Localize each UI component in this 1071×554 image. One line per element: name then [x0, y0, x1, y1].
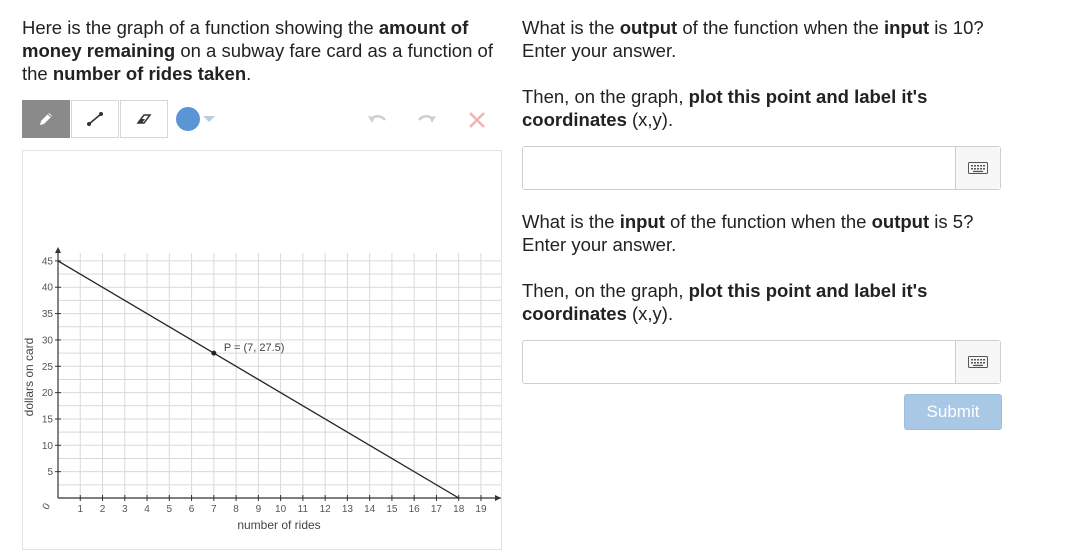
y-tick-label: 40: [42, 283, 54, 294]
undo-icon: [368, 115, 386, 123]
question-bold: output: [871, 211, 930, 232]
undo-button[interactable]: [365, 109, 389, 131]
y-tick-label: 10: [42, 441, 54, 452]
keyboard-icon: [968, 162, 988, 174]
pencil-tool-button[interactable]: [22, 100, 70, 138]
graph-canvas[interactable]: 1 2 3 4 5 6 7 8 9 10 11 12 13 14 15 16 17 18 19 0 5 10 15 20 25…: [22, 150, 502, 550]
graph-prompt: Here is the graph of a function showing …: [22, 16, 502, 85]
answer-input-2[interactable]: [523, 341, 956, 383]
question-bold: output: [619, 17, 678, 38]
x-tick-label: 14: [364, 504, 376, 515]
x-tick-label: 11: [298, 504, 309, 515]
answer-input-1[interactable]: [523, 147, 956, 189]
x-tick-label: 6: [189, 504, 195, 515]
fare-card-chart: 1 2 3 4 5 6 7 8 9 10 11 12 13 14 15 16 17 18 190 510152025…: [22, 247, 501, 532]
x-tick-label: 15: [386, 504, 398, 515]
x-tick-label: 12: [320, 504, 332, 515]
y-axis-arrow: [55, 247, 61, 253]
color-swatch: [176, 107, 200, 131]
eraser-icon: [136, 114, 152, 124]
x-tick-label: 1: [77, 504, 83, 515]
answer-field-2: [522, 340, 1001, 384]
instruction-text: Then, on the graph,: [522, 280, 689, 301]
x-tick-label: 2: [100, 504, 106, 515]
submit-button[interactable]: Submit: [904, 394, 1002, 430]
question-bold: input: [883, 17, 930, 38]
question-bold: input: [619, 211, 665, 232]
x-tick-label: 8: [233, 504, 239, 515]
redo-icon: [418, 115, 436, 123]
prompt-text: .: [246, 63, 252, 84]
x-axis-label: number of rides: [237, 518, 320, 532]
x-tick-label: 10: [275, 504, 287, 515]
x-tick-label: 7: [211, 504, 217, 515]
keyboard-button-2[interactable]: [955, 341, 1000, 383]
question-1: What is the output of the function when …: [522, 16, 997, 62]
chevron-down-icon: [203, 116, 215, 122]
prompt-bold: number of rides taken: [52, 63, 247, 84]
origin-label: 0: [41, 501, 54, 512]
y-axis-label: dollars on card: [23, 338, 36, 417]
keyboard-icon: [968, 356, 988, 368]
eraser-tool-button[interactable]: [120, 100, 168, 138]
point-p: [211, 350, 217, 356]
line-tool-button[interactable]: [71, 100, 119, 138]
clear-icon: [469, 112, 485, 128]
pencil-icon: [40, 113, 52, 125]
x-tick-label: 9: [256, 504, 262, 515]
instruction-text: (x,y).: [626, 303, 674, 324]
keyboard-button-1[interactable]: [955, 147, 1000, 189]
x-tick-label: 18: [453, 504, 465, 515]
x-tick-label: 19: [475, 504, 487, 515]
instruction-text: (x,y).: [626, 109, 674, 130]
instruction-1: Then, on the graph, plot this point and …: [522, 85, 997, 131]
y-tick-label: 25: [42, 362, 54, 373]
y-tick-label: 35: [42, 309, 54, 320]
y-tick-label: 30: [42, 335, 54, 346]
redo-button[interactable]: [415, 109, 439, 131]
x-tick-label: 13: [342, 504, 354, 515]
x-axis-arrow: [495, 495, 501, 501]
drawing-toolbar: [22, 100, 502, 140]
y-tick-label: 5: [47, 467, 53, 478]
clear-button[interactable]: [465, 109, 489, 131]
x-tick-label: 4: [144, 504, 150, 515]
line-icon: [87, 112, 103, 126]
x-tick-label: 5: [167, 504, 173, 515]
prompt-text: Here is the graph of a function showing …: [22, 17, 379, 38]
y-tick-label: 15: [42, 414, 54, 425]
color-picker[interactable]: [176, 107, 215, 131]
instruction-text: Then, on the graph,: [522, 86, 689, 107]
y-tick-label: 20: [42, 388, 54, 399]
answer-field-1: [522, 146, 1001, 190]
x-tick-label: 17: [431, 504, 443, 515]
x-tick-label: 16: [409, 504, 421, 515]
question-text: What is the: [522, 211, 620, 232]
y-tick-label: 45: [42, 256, 54, 267]
instruction-2: Then, on the graph, plot this point and …: [522, 279, 997, 325]
question-text: of the function when the: [664, 211, 872, 232]
x-tick-label: 3: [122, 504, 128, 515]
point-p-label: P = (7, 27.5): [224, 342, 285, 354]
question-text: What is the: [522, 17, 620, 38]
question-2: What is the input of the function when t…: [522, 210, 997, 256]
question-text: of the function when the: [677, 17, 884, 38]
